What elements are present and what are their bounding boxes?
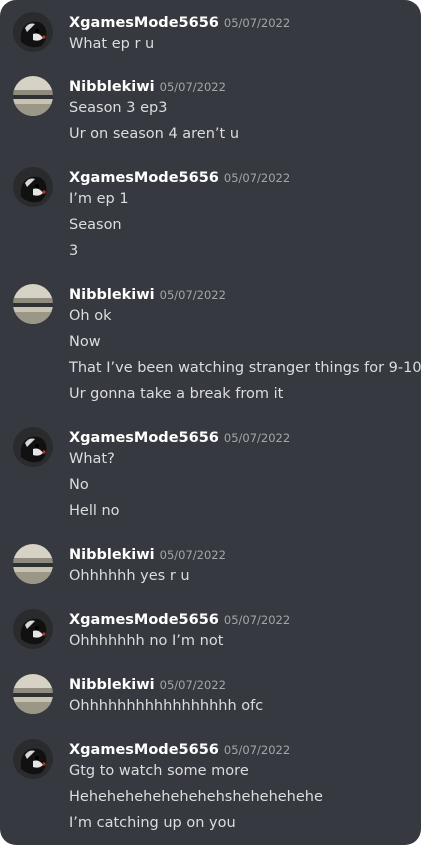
username[interactable]: Nibblekiwi <box>69 287 155 303</box>
username[interactable]: XgamesMode5656 <box>69 612 219 628</box>
timestamp: 05/07/2022 <box>223 743 291 757</box>
message-text: 3 <box>69 243 79 259</box>
dog-avatar-icon[interactable] <box>13 609 53 649</box>
message-text: Oh ok <box>69 308 112 324</box>
message-text: Ur on season 4 aren’t u <box>69 126 240 142</box>
timestamp: 05/07/2022 <box>223 16 291 30</box>
username[interactable]: XgamesMode5656 <box>69 170 219 186</box>
message-header: Nibblekiwi 05/07/2022 <box>69 674 226 696</box>
message-text: Hell no <box>69 503 120 519</box>
username[interactable]: Nibblekiwi <box>69 547 155 563</box>
timestamp: 05/07/2022 <box>159 288 226 302</box>
chat-message-list: XgamesMode5656 05/07/2022 What ep r u Nib… <box>0 0 421 845</box>
timestamp: 05/07/2022 <box>223 431 291 445</box>
timestamp: 05/07/2022 <box>223 613 291 627</box>
message-text: Hehehehehehehehehshehehehehe <box>69 789 323 805</box>
message-text: That I’ve been watching stranger things … <box>69 360 421 376</box>
dog-avatar-icon[interactable] <box>13 167 53 207</box>
username[interactable]: Nibblekiwi <box>69 677 155 693</box>
message-header: Nibblekiwi 05/07/2022 <box>69 76 226 98</box>
sunset-lake-avatar-icon[interactable] <box>13 76 53 116</box>
sunset-lake-avatar-icon[interactable] <box>13 284 53 324</box>
dog-avatar-icon[interactable] <box>13 427 53 467</box>
message-header: Nibblekiwi 05/07/2022 <box>69 544 226 566</box>
timestamp: 05/07/2022 <box>159 548 226 562</box>
message-header: XgamesMode5656 05/07/2022 <box>69 427 290 449</box>
timestamp: 05/07/2022 <box>159 80 226 94</box>
message-header: XgamesMode5656 05/07/2022 <box>69 167 290 189</box>
message-text: I’m catching up on you <box>69 815 236 831</box>
message-text: Gtg to watch some more <box>69 763 249 779</box>
sunset-lake-avatar-icon[interactable] <box>13 674 53 714</box>
sunset-lake-avatar-icon[interactable] <box>13 544 53 584</box>
message-text: What? <box>69 451 115 467</box>
timestamp: 05/07/2022 <box>223 171 291 185</box>
username[interactable]: XgamesMode5656 <box>69 742 219 758</box>
username[interactable]: XgamesMode5656 <box>69 15 219 31</box>
message-header: XgamesMode5656 05/07/2022 <box>69 12 290 34</box>
username[interactable]: XgamesMode5656 <box>69 430 219 446</box>
message-header: XgamesMode5656 05/07/2022 <box>69 609 290 631</box>
dog-avatar-icon[interactable] <box>13 12 53 52</box>
message-text: Ohhhhhh yes r u <box>69 568 190 584</box>
message-text: Now <box>69 334 101 350</box>
message-text: Ohhhhhhh no I’m not <box>69 633 224 649</box>
message-text: No <box>69 477 89 493</box>
timestamp: 05/07/2022 <box>159 678 226 692</box>
message-header: XgamesMode5656 05/07/2022 <box>69 739 290 761</box>
message-header: Nibblekiwi 05/07/2022 <box>69 284 226 306</box>
message-text: What ep r u <box>69 36 155 52</box>
message-text: Ohhhhhhhhhhhhhhhhh ofc <box>69 698 264 714</box>
username[interactable]: Nibblekiwi <box>69 79 155 95</box>
message-text: Season <box>69 217 122 233</box>
message-text: Season 3 ep3 <box>69 100 168 116</box>
message-text: I’m ep 1 <box>69 191 129 207</box>
dog-avatar-icon[interactable] <box>13 739 53 779</box>
message-text: Ur gonna take a break from it <box>69 386 284 402</box>
